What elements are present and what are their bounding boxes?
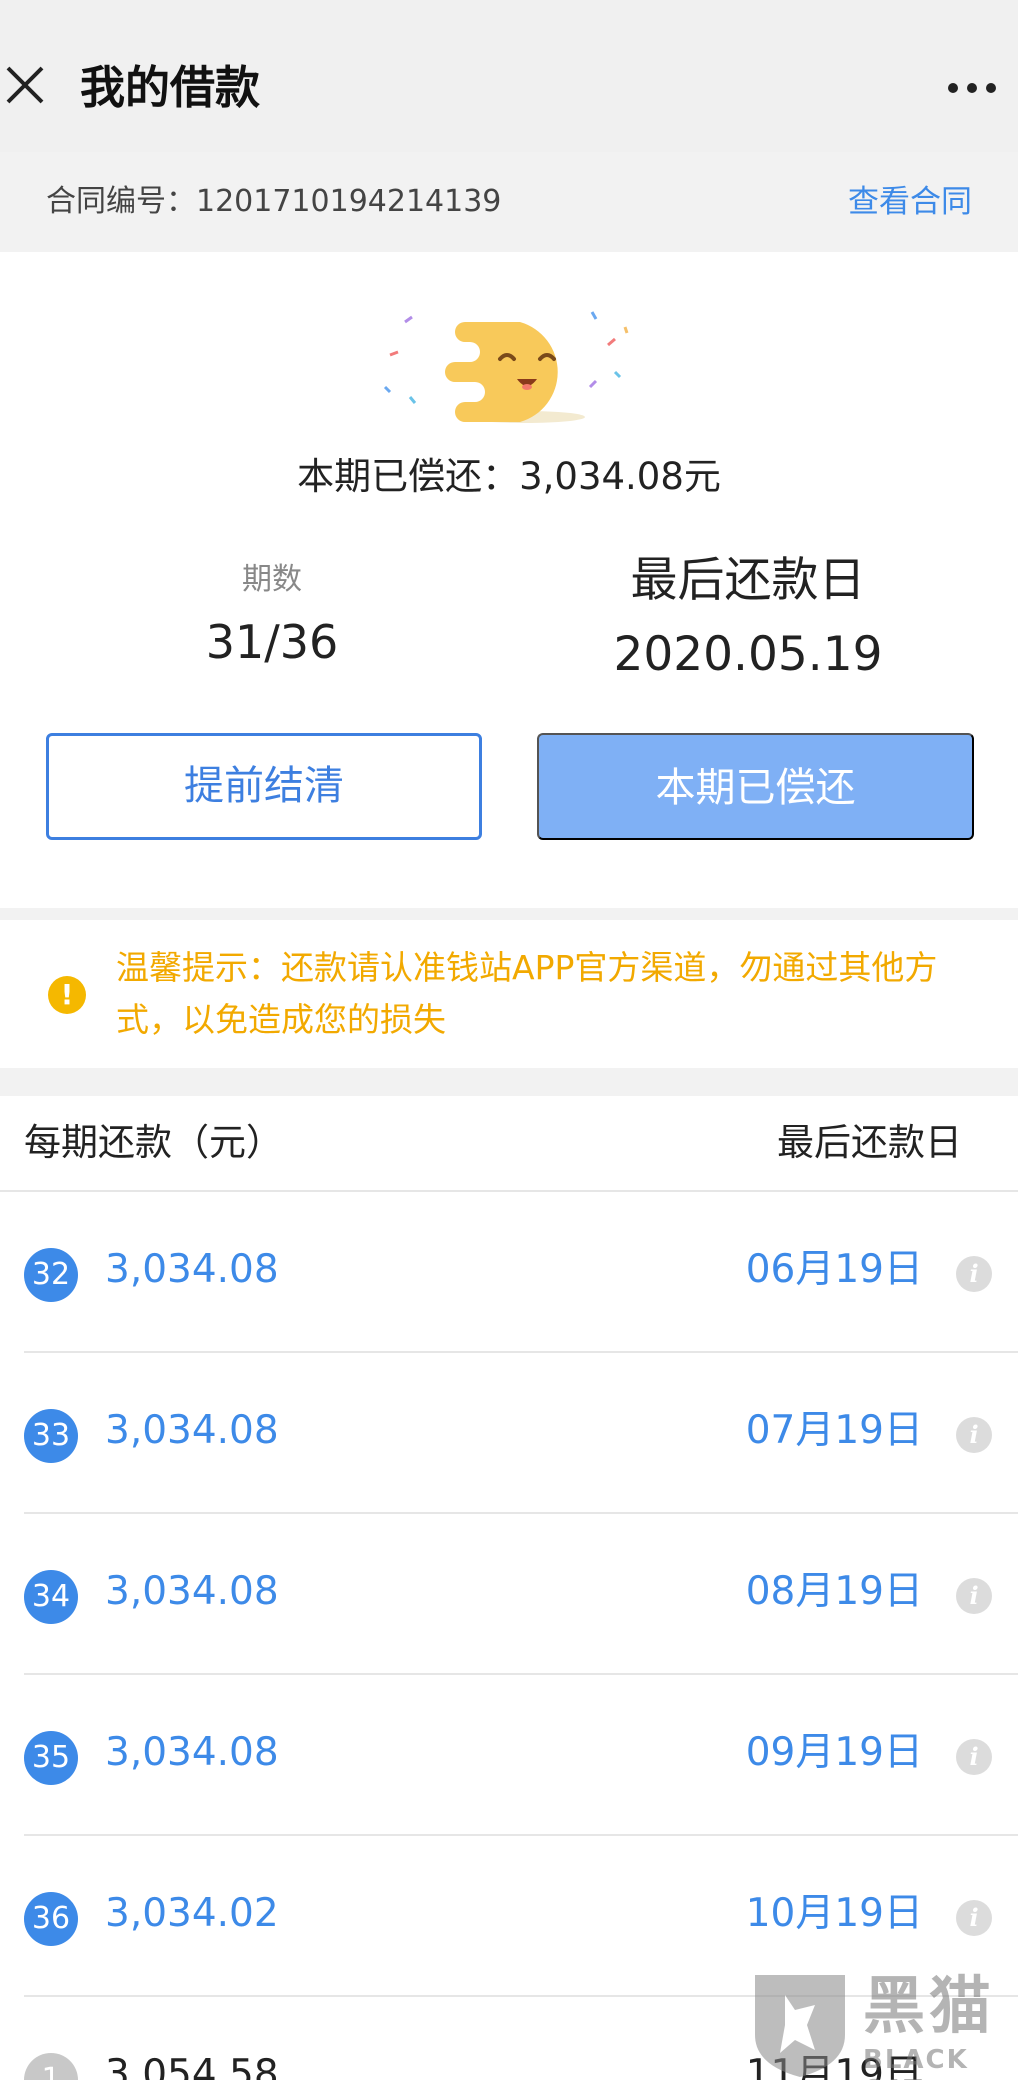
section-divider [0, 908, 1018, 920]
schedule-row[interactable]: 33 3,034.08 07月19日 i [0, 1353, 1018, 1514]
period-paid-button[interactable]: 本期已偿还 [537, 733, 974, 840]
info-icon[interactable]: i [956, 1256, 992, 1292]
due-date-label: 最后还款日 [630, 553, 866, 608]
watermark-subtext: BLACK CAT [863, 2045, 969, 2080]
smiley-mascot-icon [383, 311, 629, 423]
period-label: 期数 [242, 562, 302, 597]
schedule-row[interactable]: 34 3,034.08 08月19日 i [0, 1514, 1018, 1675]
installment-amount: 3,034.08 [105, 1569, 279, 1614]
page-title: 我的借款 [80, 61, 261, 114]
installment-number: 34 [24, 1570, 78, 1624]
column-amount-header: 每期还款（元） [24, 1121, 283, 1164]
section-divider [0, 1068, 1018, 1096]
installment-date: 07月19日 [745, 1408, 923, 1453]
notice-text: 温馨提示：还款请认准钱站APP官方渠道，勿通过其他方式，以免造成您的损失 [116, 948, 938, 1039]
close-icon[interactable] [2, 62, 48, 108]
installment-date: 06月19日 [745, 1247, 923, 1292]
info-icon[interactable]: i [956, 1739, 992, 1775]
installment-number: 33 [24, 1409, 78, 1463]
installment-number: 36 [24, 1892, 78, 1946]
installment-number: 35 [24, 1731, 78, 1785]
installment-amount: 3,054.58 [105, 2052, 279, 2080]
info-icon[interactable]: i [956, 1417, 992, 1453]
period-value: 31/36 [205, 615, 339, 669]
installment-date: 10月19日 [745, 1891, 923, 1936]
schedule-header: 每期还款（元） 最后还款日 [0, 1096, 1018, 1192]
schedule-row[interactable]: 32 3,034.08 06月19日 i [0, 1192, 1018, 1353]
installment-amount: 3,034.08 [105, 1730, 279, 1775]
repayment-summary: 本期已偿还：3,034.08元 期数 31/36 最后还款日 2020.05.1… [0, 252, 1018, 908]
view-contract-link[interactable]: 查看合同 [848, 182, 972, 222]
warning-icon: ! [48, 976, 86, 1014]
cat-shield-icon [755, 1975, 845, 2077]
contract-bar: 合同编号：1201710194214139 查看合同 [0, 152, 1018, 252]
installment-amount: 3,034.08 [105, 1247, 279, 1292]
watermark-text: 黑猫 [863, 1969, 996, 2042]
column-date-header: 最后还款日 [777, 1121, 962, 1164]
installment-date: 09月19日 [745, 1730, 923, 1775]
info-icon[interactable]: i [956, 1900, 992, 1936]
more-icon[interactable] [944, 80, 1000, 96]
schedule-row[interactable]: 35 3,034.08 09月19日 i [0, 1675, 1018, 1836]
app-header: 我的借款 [0, 0, 1018, 152]
info-icon[interactable]: i [956, 1578, 992, 1614]
installment-number: 32 [24, 1248, 78, 1302]
paid-amount-text: 本期已偿还：3,034.08元 [297, 455, 721, 498]
installment-amount: 3,034.08 [105, 1408, 279, 1453]
installment-amount: 3,034.02 [105, 1891, 279, 1936]
black-cat-watermark: 黑猫 BLACK CAT [745, 1965, 1018, 2080]
contract-number: 合同编号：1201710194214139 [46, 184, 502, 219]
installment-date: 08月19日 [745, 1569, 923, 1614]
due-date-value: 2020.05.19 [613, 627, 883, 682]
early-settle-button[interactable]: 提前结清 [46, 733, 482, 840]
warning-notice: ! 温馨提示：还款请认准钱站APP官方渠道，勿通过其他方式，以免造成您的损失 [0, 920, 1018, 1068]
installment-number: 1 [24, 2053, 78, 2080]
